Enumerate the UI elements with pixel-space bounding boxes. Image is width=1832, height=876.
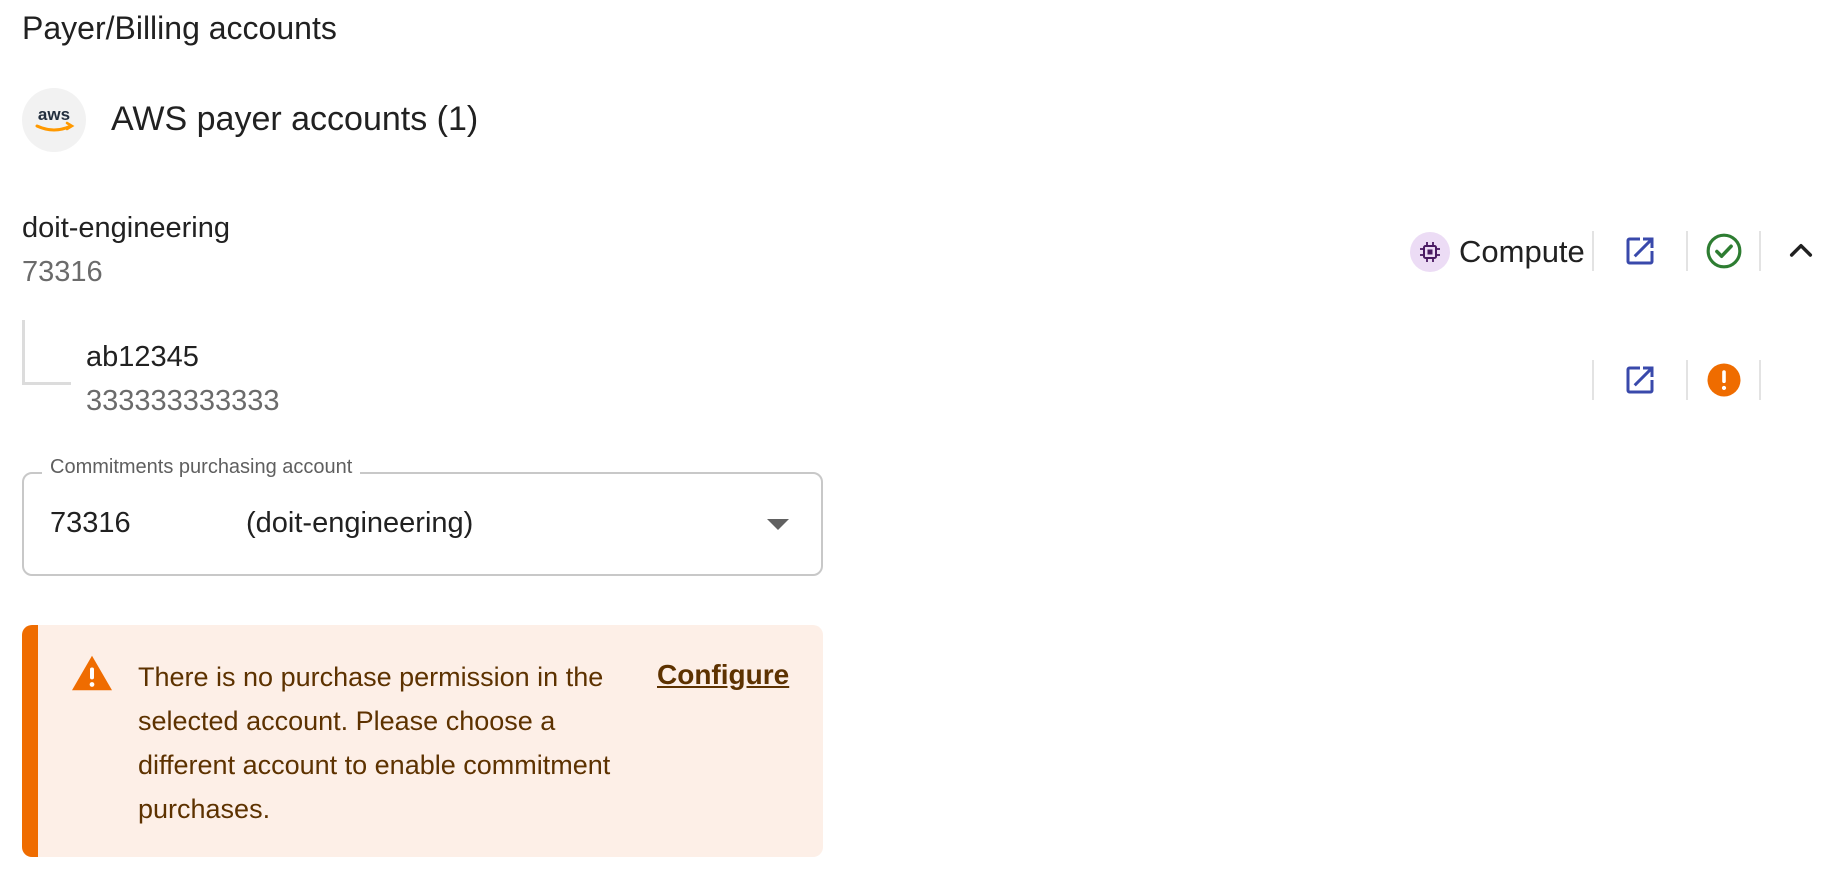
payer-status-ok-icon [1702, 229, 1746, 273]
divider [1686, 231, 1688, 271]
aws-logo: aws [22, 88, 86, 152]
purchasing-account-value-name: (doit-engineering) [246, 507, 474, 539]
aws-logo-text: aws [38, 105, 70, 124]
payer-account-name: doit-engineering [22, 212, 230, 244]
aws-logo-icon: aws [35, 105, 75, 132]
divider [1759, 231, 1761, 271]
divider [1759, 360, 1761, 400]
payer-account-id: 73316 [22, 256, 103, 288]
collapse-button[interactable] [1779, 229, 1823, 273]
provider-title: AWS payer accounts (1) [111, 100, 479, 138]
chevron-up-icon [1789, 243, 1813, 257]
payer-open-link-button[interactable] [1618, 229, 1662, 273]
divider [1686, 360, 1688, 400]
open-in-new-icon [1626, 237, 1654, 265]
open-in-new-icon [1626, 366, 1654, 394]
configure-link[interactable]: Configure [657, 659, 789, 691]
permission-alert: There is no purchase permission in the s… [22, 625, 823, 857]
alert-accent-bar [22, 625, 38, 857]
linked-account-id: 333333333333 [86, 385, 280, 417]
divider [1592, 360, 1594, 400]
error-circle-icon [1707, 363, 1741, 397]
tree-connector [22, 320, 71, 385]
warning-icon [70, 653, 114, 698]
linked-account-name: ab12345 [86, 341, 199, 373]
purchasing-account-label: Commitments purchasing account [42, 456, 361, 479]
compute-chip-label: Compute [1459, 234, 1585, 269]
dropdown-arrow-icon[interactable] [767, 519, 789, 530]
linked-status-warning-icon [1702, 358, 1746, 402]
divider [1592, 231, 1594, 271]
compute-chip-icon [1410, 232, 1450, 272]
alert-message: There is no purchase permission in the s… [138, 662, 611, 824]
section-title: Payer/Billing accounts [22, 10, 337, 46]
purchasing-account-value-id: 73316 [50, 507, 131, 539]
check-circle-icon [1706, 233, 1742, 269]
linked-open-link-button[interactable] [1618, 358, 1662, 402]
